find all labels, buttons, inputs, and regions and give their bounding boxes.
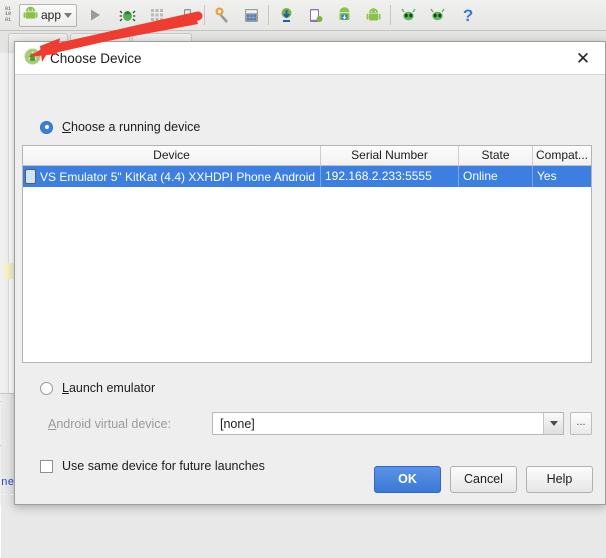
question-mark-icon: ?	[462, 5, 474, 25]
close-icon[interactable]: ✕	[570, 45, 596, 71]
sdk-download-button[interactable]	[274, 3, 298, 27]
dialog-title-bar: Choose Device ✕	[15, 42, 605, 75]
use-same-device-row[interactable]: Use same device for future launches	[40, 459, 265, 473]
android-head-icon	[366, 7, 380, 20]
avd-dropdown[interactable]: [none]	[212, 412, 564, 435]
radio-choose-running-device-label: Choose a running device	[62, 120, 200, 134]
android-studio-icon	[24, 48, 41, 68]
dialog-body: Choose a running device Device Serial Nu…	[15, 76, 605, 504]
device-table[interactable]: Device Serial Number State Compat... VS …	[22, 145, 592, 363]
debug-button[interactable]	[115, 3, 139, 27]
avd-manager-button[interactable]	[239, 3, 263, 27]
code-highlight	[4, 263, 14, 279]
device-monitor-icon	[309, 8, 323, 22]
column-header-serial[interactable]: Serial Number	[321, 146, 459, 165]
toolbar-separator	[390, 5, 392, 25]
radio-label-rest: hoose a running device	[71, 120, 201, 134]
cell-serial: 192.168.2.233:5555	[321, 166, 459, 187]
column-header-device[interactable]: Device	[23, 146, 321, 165]
android-robot-icon	[23, 6, 38, 24]
cell-compat: Yes	[537, 169, 557, 183]
avd-selected-value: [none]	[220, 416, 255, 431]
cell-device-text: VS Emulator 5" KitKat (4.4) XXHDPI Phone…	[40, 169, 316, 184]
avd-selector-row: Android virtual device: [none] ...	[22, 412, 592, 435]
alien-face-icon	[429, 8, 445, 20]
binary-decorative-icon: 01 10 01	[5, 5, 12, 23]
play-triangle-icon	[91, 9, 101, 21]
device-table-header: Device Serial Number State Compat...	[23, 146, 591, 166]
mnemonic-letter: C	[62, 120, 72, 134]
avd-browse-button[interactable]: ...	[570, 412, 592, 435]
radio-launch-emulator[interactable]: Launch emulator	[40, 381, 155, 395]
cell-state: Online	[459, 166, 533, 187]
radio-choose-running-device[interactable]: Choose a running device	[40, 120, 200, 134]
avd-label: Android virtual device:	[22, 417, 212, 431]
toolbar-separator	[268, 5, 270, 25]
cell-device: VS Emulator 5" KitKat (4.4) XXHDPI Phone…	[23, 166, 321, 187]
sdk-manager-button[interactable]	[332, 3, 356, 27]
chevron-down-icon	[549, 421, 558, 426]
wrench-gear-icon	[215, 7, 229, 23]
help-button[interactable]: Help	[526, 466, 593, 493]
dialog-button-bar: OK Cancel Help	[374, 466, 593, 493]
choose-device-dialog: Choose Device ✕ Choose a running device …	[14, 41, 606, 505]
android-tool-button[interactable]	[361, 3, 385, 27]
alien-face-icon	[400, 8, 416, 20]
chevron-down-icon	[64, 12, 73, 18]
use-same-device-checkbox[interactable]	[40, 459, 53, 473]
sync-project-button[interactable]	[210, 3, 234, 27]
column-header-state[interactable]: State	[459, 146, 533, 165]
device-monitor-button[interactable]	[303, 3, 327, 27]
table-row[interactable]: VS Emulator 5" KitKat (4.4) XXHDPI Phone…	[23, 166, 591, 187]
coverage-grid-icon	[150, 8, 163, 21]
cancel-button[interactable]: Cancel	[450, 466, 517, 493]
avd-label-rest: ndroid virtual device:	[56, 416, 171, 431]
radio-indicator	[40, 120, 53, 134]
run-coverage-button[interactable]	[145, 3, 169, 27]
column-header-compat[interactable]: Compat...	[533, 146, 591, 165]
module-selector-label: app	[41, 8, 62, 22]
android-download-icon	[339, 6, 350, 20]
ide-toolbar: 01 10 01 app ?	[0, 0, 606, 31]
dialog-title: Choose Device	[50, 50, 142, 66]
download-arrow-icon	[281, 7, 292, 22]
genymotion-button[interactable]	[396, 3, 420, 27]
bug-green-icon	[119, 10, 135, 21]
toolbar-separator	[204, 5, 206, 25]
phone-device-icon	[25, 169, 36, 184]
mnemonic-letter: L	[62, 381, 69, 395]
avd-grid-icon	[244, 8, 258, 22]
module-selector-combo[interactable]: app	[19, 3, 78, 27]
radio-launch-emulator-label: Launch emulator	[62, 381, 155, 395]
device-attach-icon	[183, 8, 194, 22]
use-same-device-label: Use same device for future launches	[62, 459, 265, 473]
radio-indicator	[40, 381, 53, 395]
genymotion-shell-button[interactable]	[425, 3, 449, 27]
radio-label-rest: aunch emulator	[68, 381, 156, 395]
help-button[interactable]: ?	[456, 3, 480, 27]
editor-code-text: ne	[1, 477, 15, 489]
run-button[interactable]	[83, 3, 107, 27]
attach-debugger-button[interactable]	[175, 3, 199, 27]
avd-dropdown-button[interactable]	[543, 413, 563, 434]
ok-button[interactable]: OK	[374, 466, 441, 493]
